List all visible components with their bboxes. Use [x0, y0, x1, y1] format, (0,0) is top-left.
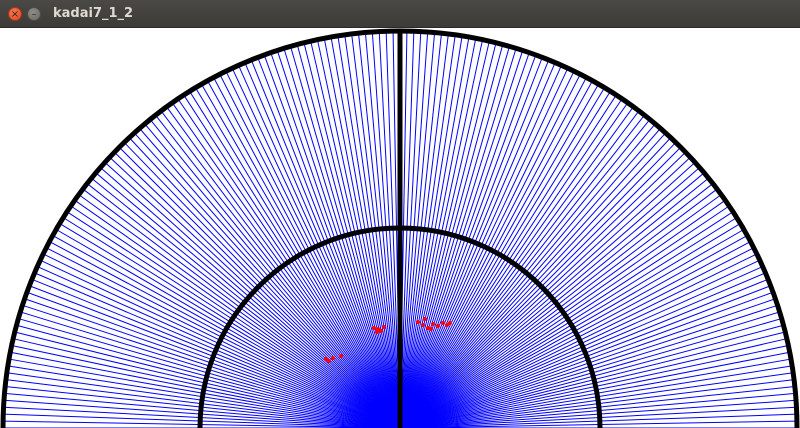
detected-point	[382, 325, 386, 329]
scan-visualization	[0, 28, 800, 428]
window-title: kadai7_1_2	[53, 6, 134, 21]
detected-point	[379, 329, 383, 333]
detected-point	[423, 317, 427, 321]
detected-point	[375, 330, 379, 334]
drawing-canvas	[0, 28, 800, 428]
detected-point	[448, 321, 452, 325]
detected-point	[431, 322, 435, 326]
detected-point	[416, 320, 420, 324]
detected-point	[331, 356, 335, 360]
detected-point	[372, 326, 376, 330]
detected-point	[327, 359, 331, 363]
window-titlebar[interactable]: × – kadai7_1_2	[0, 0, 800, 28]
close-icon[interactable]: ×	[8, 7, 22, 21]
minimize-icon[interactable]: –	[27, 7, 41, 21]
app-window: × – kadai7_1_2	[0, 0, 800, 428]
detected-point	[421, 323, 425, 327]
detected-point	[436, 324, 440, 328]
detected-point	[441, 321, 445, 325]
detected-point	[339, 354, 343, 358]
detected-point	[429, 327, 433, 331]
